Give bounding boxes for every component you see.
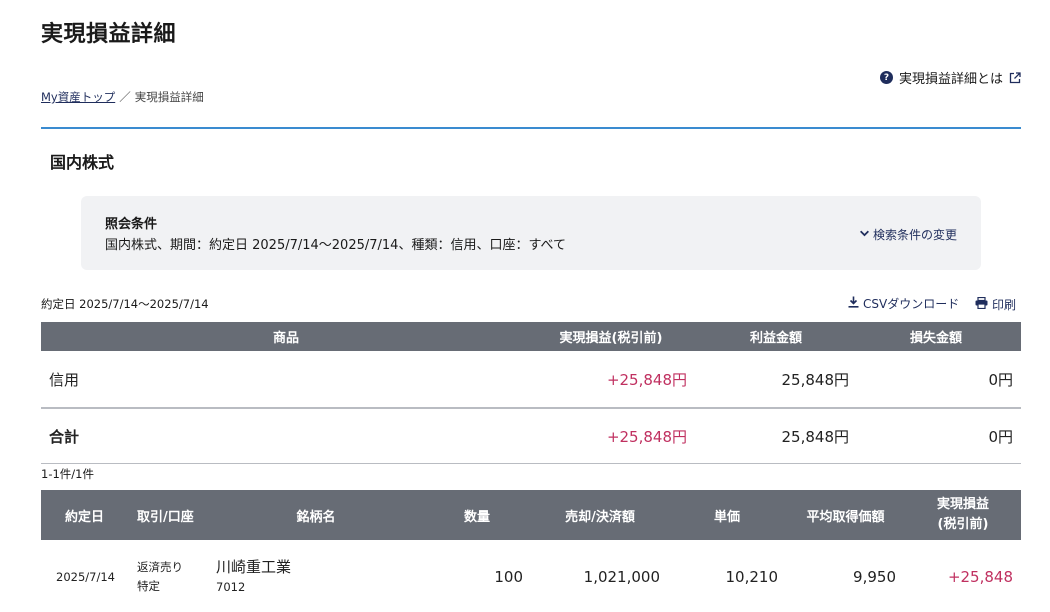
page-title: 実現損益詳細 <box>41 22 177 47</box>
account-type: 特定 <box>137 578 160 593</box>
header-quantity: 数量 <box>463 509 490 525</box>
header-realized-pl-detail: 実現損益 (税引前) <box>921 490 1005 540</box>
header-unit-price: 単価 <box>713 509 740 525</box>
header-divider <box>41 127 1021 129</box>
download-icon <box>848 296 859 311</box>
header-product: 商品 <box>272 331 299 346</box>
header-trade-date: 約定日 <box>64 509 104 525</box>
realized-pl-cell: +25,848円 <box>606 370 687 389</box>
query-conditions-panel: 照会条件 国内株式、期間：約定日 2025/7/14～2025/7/14、種類：… <box>81 196 981 270</box>
header-sale-amount: 売却/決済額 <box>565 509 635 525</box>
header-avg-cost: 平均取得価額 <box>806 509 885 525</box>
sale-amount-cell: 1,021,000 <box>583 567 660 586</box>
table-row: 2025/7/14 返済売り 特定 川崎重工業 7012 100 1,021,0… <box>41 541 1021 612</box>
product-cell: 信用 <box>49 370 80 389</box>
result-count: 1-1件/1件 <box>41 467 94 481</box>
unit-price-cell: 10,210 <box>725 567 779 586</box>
header-trade-account: 取引/口座 <box>137 509 194 525</box>
section-title: 国内株式 <box>50 153 115 172</box>
quantity-cell: 100 <box>494 567 523 586</box>
total-profit-amount: 25,848円 <box>781 427 850 446</box>
conditions-label: 照会条件 <box>105 217 158 232</box>
csv-download-label: CSVダウンロード <box>863 297 960 311</box>
print-link[interactable]: 印刷 <box>975 296 1016 313</box>
period-label: 約定日 2025/7/14～2025/7/14 <box>41 297 209 311</box>
header-loss-amount: 損失金額 <box>909 331 962 346</box>
header-realized-line1: 実現損益 <box>936 497 989 512</box>
profit-amount-cell: 25,848円 <box>781 370 850 389</box>
trade-account-cell: 返済売り 特定 <box>137 541 183 612</box>
csv-download-link[interactable]: CSVダウンロード <box>848 295 959 312</box>
chevron-down-icon <box>859 228 870 242</box>
total-row: 合計 +25,848円 25,848円 0円 <box>41 409 1021 464</box>
total-loss-amount: 0円 <box>988 427 1013 446</box>
header-realized-line2: (税引前) <box>937 517 989 532</box>
breadcrumb-separator: ／ <box>119 90 131 104</box>
header-realized-pl: 実現損益(税引前) <box>559 331 663 346</box>
trade-date-cell: 2025/7/14 <box>56 569 115 584</box>
loss-amount-cell: 0円 <box>988 370 1013 389</box>
header-stock-name: 銘柄名 <box>296 509 336 525</box>
realized-pl-detail-cell: +25,848 <box>947 567 1013 586</box>
printer-icon <box>975 296 988 312</box>
stock-name: 川崎重工業 <box>216 557 292 576</box>
conditions-text: 国内株式、期間：約定日 2025/7/14～2025/7/14、種類：信用、口座… <box>105 238 567 253</box>
summary-table-header: 商品 実現損益(税引前) 利益金額 損失金額 <box>41 322 1021 351</box>
stock-code: 7012 <box>216 579 246 594</box>
table-row: 信用 +25,848円 25,848円 0円 <box>41 351 1021 409</box>
header-profit-amount: 利益金額 <box>749 331 802 346</box>
detail-table-header: 約定日 取引/口座 銘柄名 数量 売却/決済額 単価 平均取得価額 実現損益 (… <box>41 490 1021 540</box>
external-link-icon <box>1009 71 1021 84</box>
question-circle-icon: ? <box>879 71 893 84</box>
breadcrumb-home-link[interactable]: My資産トップ <box>41 89 115 105</box>
total-realized-pl: +25,848円 <box>606 427 687 446</box>
change-search-conditions-label: 検索条件の変更 <box>872 228 957 242</box>
stock-name-cell: 川崎重工業 7012 <box>216 541 291 612</box>
trade-type: 返済売り <box>137 559 183 574</box>
breadcrumb-current: 実現損益詳細 <box>134 90 204 104</box>
help-link[interactable]: ? 実現損益詳細とは <box>879 68 1021 87</box>
print-label: 印刷 <box>992 298 1017 312</box>
help-link-label: 実現損益詳細とは <box>898 72 1003 87</box>
breadcrumb: My資産トップ ／ 実現損益詳細 <box>41 89 204 105</box>
change-search-conditions-link[interactable]: 検索条件の変更 <box>859 226 957 243</box>
total-label: 合計 <box>49 427 80 446</box>
avg-cost-cell: 9,950 <box>853 567 896 586</box>
